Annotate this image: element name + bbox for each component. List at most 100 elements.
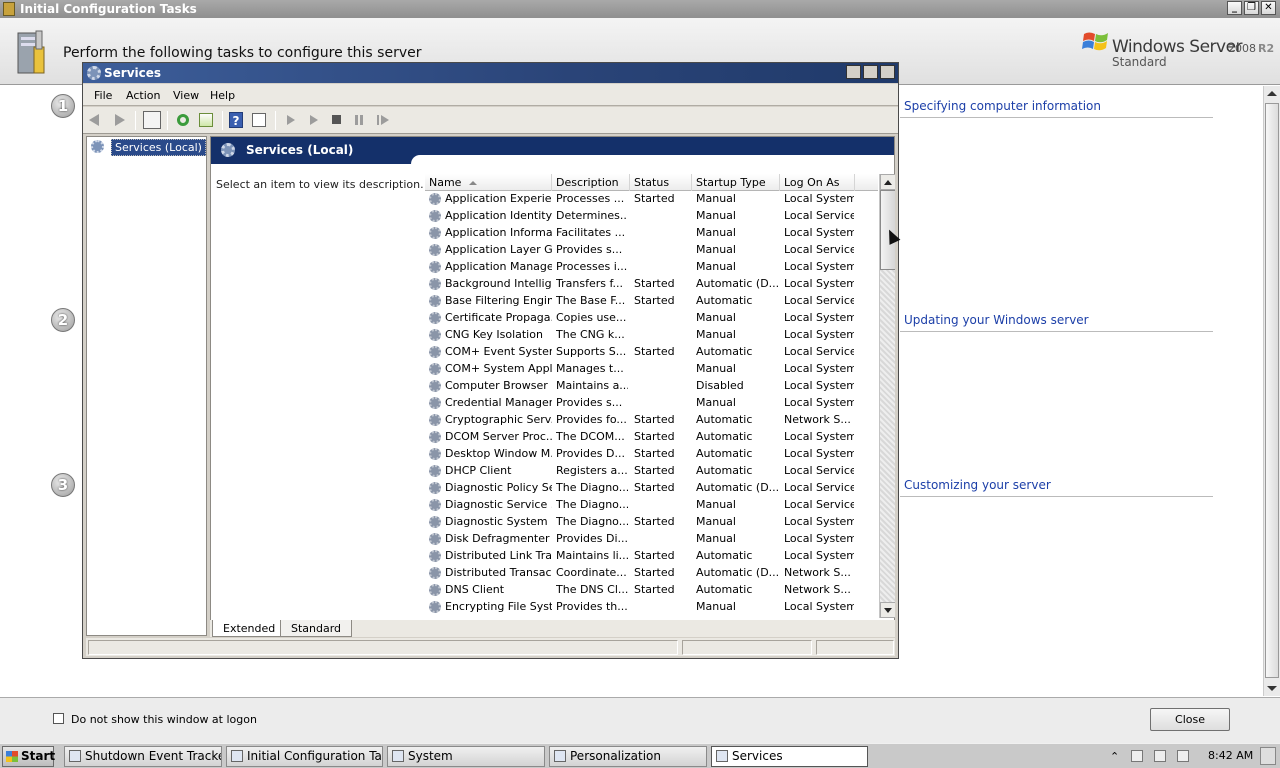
back-icon[interactable] (87, 111, 105, 129)
help-icon[interactable]: ? (229, 112, 243, 128)
scroll-up-icon[interactable] (880, 174, 895, 190)
section-computer-info[interactable]: Specifying computer information (904, 99, 1101, 113)
cell-name: Application Manage... (445, 260, 552, 273)
table-row[interactable]: Application Manage... Processes i... Manua… (425, 259, 878, 276)
cell-log-on-as: Local System (784, 600, 854, 613)
menu-file[interactable]: File (94, 89, 112, 102)
section-updating[interactable]: Updating your Windows server (904, 313, 1089, 327)
service-gear-icon (429, 567, 441, 579)
cell-name: Application Identity (445, 209, 552, 222)
ict-titlebar[interactable]: Initial Configuration Tasks _ ❐ ✕ (0, 0, 1280, 18)
start-service-icon[interactable] (282, 111, 300, 129)
scroll-down-icon[interactable] (880, 602, 895, 618)
column-header-status[interactable]: Status (630, 174, 692, 191)
cell-log-on-as: Local System (784, 311, 854, 324)
menu-view[interactable]: View (173, 89, 199, 102)
table-row[interactable]: COM+ System Appl... Manages t... Manual Loc… (425, 361, 878, 378)
tab-standard[interactable]: Standard (280, 620, 353, 637)
clock[interactable]: 8:42 AM (1208, 749, 1253, 762)
cell-startup-type: Automatic (D... (696, 566, 778, 579)
column-header-name[interactable]: Name (425, 174, 552, 191)
cell-startup-type: Manual (696, 328, 736, 341)
maximize-button[interactable] (863, 65, 878, 79)
table-row[interactable]: Application Informa... Facilitates ... Man… (425, 225, 878, 242)
minimize-button[interactable]: _ (1227, 1, 1242, 15)
table-row[interactable]: Distributed Link Tra... Maintains li... St… (425, 548, 878, 565)
service-gear-icon (429, 499, 441, 511)
ict-scrollbar[interactable] (1263, 86, 1280, 696)
table-row[interactable]: Computer Browser Maintains a... Disabled Lo… (425, 378, 878, 395)
list-header: Name Description Status Startup Type Log… (425, 174, 878, 191)
services-titlebar[interactable]: Services (83, 63, 898, 83)
cell-startup-type: Manual (696, 243, 736, 256)
tray-expand-icon[interactable]: ⌃ (1110, 750, 1122, 763)
tray-action-center-icon[interactable] (1131, 750, 1143, 762)
table-row[interactable]: Certificate Propaga... Copies use... Manua… (425, 310, 878, 327)
start-service-alt-icon[interactable] (305, 111, 323, 129)
cell-description: Determines... (556, 209, 628, 222)
table-row[interactable]: CNG Key Isolation The CNG k... Manual Local… (425, 327, 878, 344)
table-row[interactable]: Distributed Transac... Coordinate... Start… (425, 565, 878, 582)
table-row[interactable]: Background Intellig... Transfers f... Star… (425, 276, 878, 293)
table-row[interactable]: Disk Defragmenter Provides Di... Manual Loc… (425, 531, 878, 548)
section-customizing[interactable]: Customizing your server (904, 478, 1051, 492)
services-rows: Application Experie... Processes ... Start… (425, 191, 878, 616)
close-icon[interactable] (880, 65, 895, 79)
task-services[interactable]: Services (711, 746, 868, 767)
menu-action[interactable]: Action (126, 89, 160, 102)
table-row[interactable]: DNS Client The DNS Cl... Started Automatic N… (425, 582, 878, 599)
cell-startup-type: Manual (696, 311, 736, 324)
table-row[interactable]: DHCP Client Registers a... Started Automati… (425, 463, 878, 480)
start-button[interactable]: Start (2, 746, 55, 767)
scroll-down-icon[interactable] (1267, 686, 1277, 691)
task-system[interactable]: System (387, 746, 545, 767)
restart-service-icon[interactable] (374, 111, 392, 129)
column-header-log-on-as[interactable]: Log On As (780, 174, 855, 191)
refresh-icon[interactable] (177, 114, 189, 126)
table-row[interactable]: Base Filtering Engine The Base F... Starte… (425, 293, 878, 310)
close-icon[interactable]: ✕ (1261, 1, 1276, 15)
table-row[interactable]: Encrypting File Syst... Provides th... Man… (425, 599, 878, 616)
table-row[interactable]: Diagnostic Service ... The Diagno... Manua… (425, 497, 878, 514)
task-shutdown-event-tracker[interactable]: Shutdown Event Tracker (64, 746, 222, 767)
tray-volume-icon[interactable] (1177, 750, 1189, 762)
table-row[interactable]: Diagnostic System ... The Diagno... Starte… (425, 514, 878, 531)
dont-show-checkbox[interactable] (53, 713, 64, 724)
show-hide-tree-icon[interactable] (143, 111, 161, 129)
cell-name: CNG Key Isolation (445, 328, 543, 341)
table-row[interactable]: Application Identity Determines... Manual L… (425, 208, 878, 225)
column-header-description[interactable]: Description (552, 174, 630, 191)
restore-button[interactable]: ❐ (1244, 1, 1259, 15)
server-icon (3, 2, 15, 16)
close-button[interactable]: Close (1150, 708, 1230, 731)
tray-network-icon[interactable] (1154, 750, 1166, 762)
page-title: Perform the following tasks to configure… (63, 45, 422, 61)
table-row[interactable]: Desktop Window M... Provides D... Started A… (425, 446, 878, 463)
export-list-icon[interactable] (199, 113, 213, 127)
task-initial-configuration[interactable]: Initial Configuration Tasks (226, 746, 383, 767)
cell-status: Started (634, 481, 675, 494)
cell-description: Processes ... (556, 192, 625, 205)
table-row[interactable]: Diagnostic Policy Se... The Diagno... Star… (425, 480, 878, 497)
pause-service-icon[interactable] (351, 111, 369, 129)
table-row[interactable]: COM+ Event System Supports S... Started Aut… (425, 344, 878, 361)
stop-service-icon[interactable] (328, 111, 346, 129)
task-personalization[interactable]: Personalization (549, 746, 707, 767)
table-row[interactable]: DCOM Server Proc... The DCOM... Started Aut… (425, 429, 878, 446)
minimize-button[interactable] (846, 65, 861, 79)
scroll-up-icon[interactable] (1267, 91, 1277, 96)
cell-name: DCOM Server Proc... (445, 430, 552, 443)
app-icon (69, 750, 81, 762)
show-desktop-button[interactable] (1260, 747, 1276, 765)
forward-icon[interactable] (110, 111, 128, 129)
table-row[interactable]: Cryptographic Serv... Provides fo... Start… (425, 412, 878, 429)
tab-extended[interactable]: Extended (212, 620, 287, 637)
menu-help[interactable]: Help (210, 89, 235, 102)
properties-icon[interactable] (252, 113, 266, 127)
table-row[interactable]: Credential Manager Provides s... Manual Loc… (425, 395, 878, 412)
cell-status: Started (634, 277, 675, 290)
table-row[interactable]: Application Experie... Processes ... Start… (425, 191, 878, 208)
table-row[interactable]: Application Layer G... Provides s... Manua… (425, 242, 878, 259)
column-header-startup-type[interactable]: Startup Type (692, 174, 780, 191)
scroll-thumb[interactable] (1265, 103, 1279, 678)
